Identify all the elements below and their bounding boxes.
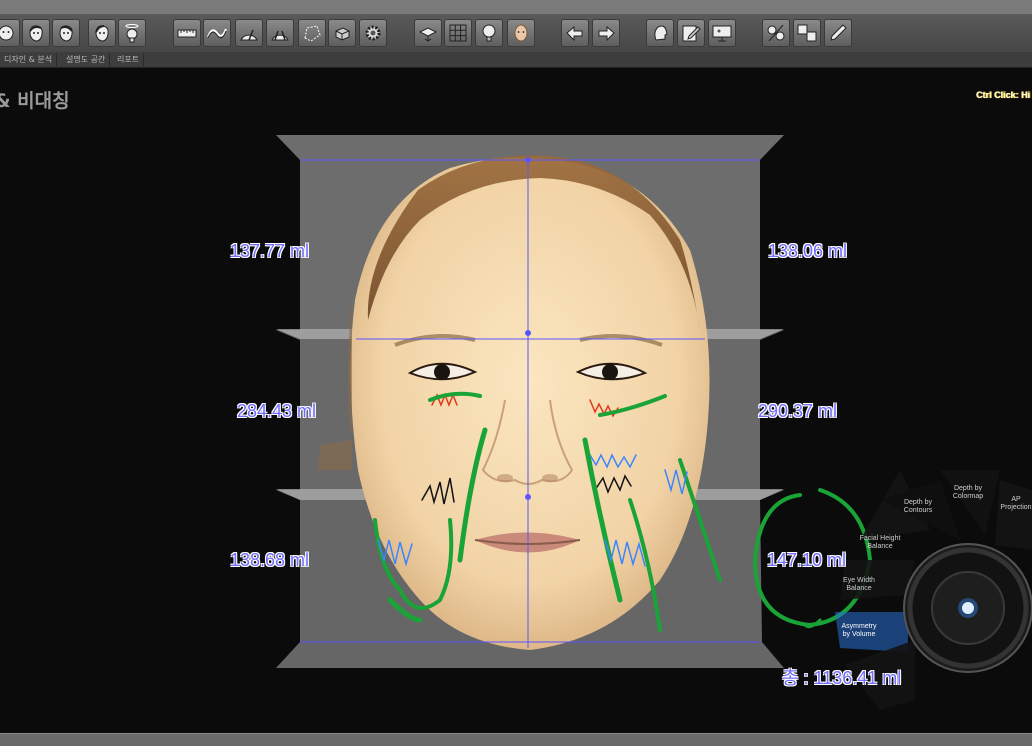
volume-upper-left: 137.77 ml <box>230 241 310 261</box>
volume-lower-right: 147.10 ml <box>767 550 847 570</box>
dial-item-depth-contours[interactable]: Depth by Contours <box>888 499 948 515</box>
volume-lower-left: 138.68 ml <box>230 550 310 570</box>
volume-upper-right: 138.06 ml <box>768 241 848 261</box>
volume-middle-right: 290.37 ml <box>758 401 838 421</box>
dial-item-asymmetry-by-volume[interactable]: Asymmetry by Volume <box>829 623 889 639</box>
dial-item-ap-projection[interactable]: AP Projection <box>986 496 1032 512</box>
status-bar <box>0 733 1032 746</box>
dial-item-eye-width-balance[interactable]: Eye Width Balance <box>829 577 889 593</box>
volume-middle-left: 284.43 ml <box>237 401 317 421</box>
dial-item-facial-height-balance[interactable]: Facial Height Balance <box>850 535 910 551</box>
volume-total: 총 : 1136.41 ml <box>782 668 902 688</box>
